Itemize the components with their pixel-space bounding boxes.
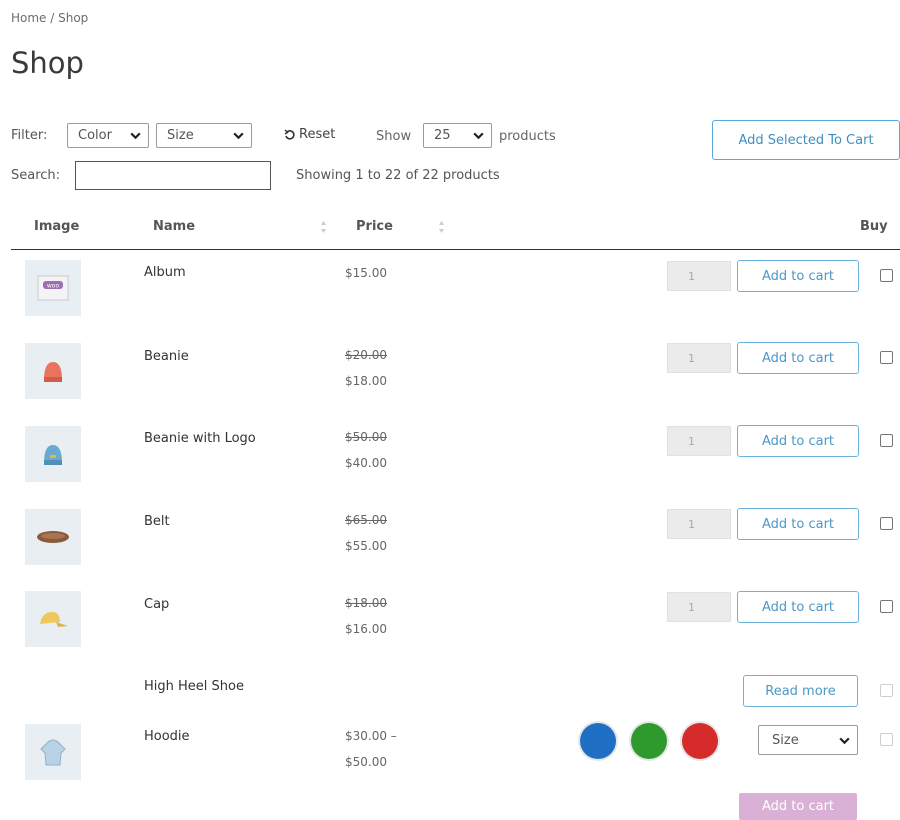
hoodie-image[interactable] [25, 724, 81, 780]
hoodie-icon [40, 739, 66, 766]
swatch-blue[interactable] [580, 723, 616, 759]
buy-checkbox [880, 733, 893, 746]
album-image[interactable]: woo [25, 260, 81, 316]
size-select[interactable]: Size [758, 725, 858, 755]
table-row: Beanie with Logo $50.00 $40.00 1 Add to … [0, 422, 900, 502]
search-input[interactable] [75, 161, 271, 190]
color-filter-select[interactable]: Color [67, 123, 149, 148]
buy-checkbox[interactable] [880, 434, 893, 447]
buy-checkbox [880, 684, 893, 697]
sale-price: $40.00 [345, 456, 387, 470]
product-price: $50.00 $40.00 [345, 424, 387, 476]
product-name[interactable]: Beanie [144, 349, 189, 364]
buy-checkbox[interactable] [880, 351, 893, 364]
chevron-down-icon [130, 132, 141, 140]
add-selected-to-cart-button[interactable]: Add Selected To Cart [712, 120, 900, 160]
sort-icon[interactable] [320, 220, 327, 234]
buy-checkbox[interactable] [880, 600, 893, 613]
table-row: Beanie $20.00 $18.00 1 Add to cart [0, 340, 900, 420]
belt-icon [37, 531, 69, 543]
regular-price: $65.00 [345, 513, 387, 527]
product-name[interactable]: Hoodie [144, 729, 190, 744]
product-price-range: $30.00 – $50.00 [345, 723, 397, 775]
column-header-price[interactable]: Price [356, 219, 393, 234]
cap-icon [40, 612, 68, 627]
beanie-icon [44, 362, 62, 382]
sale-price: $16.00 [345, 622, 387, 636]
page-title: Shop [11, 46, 84, 80]
column-header-image: Image [34, 219, 80, 234]
breadcrumb[interactable]: Home / Shop [11, 11, 88, 25]
quantity-input[interactable]: 1 [667, 509, 731, 539]
price-range-to: $50.00 [345, 755, 387, 769]
size-filter-select[interactable]: Size [156, 123, 252, 148]
cap-image[interactable] [25, 591, 81, 647]
table-row: High Heel Shoe Read more [0, 672, 900, 712]
add-to-cart-button[interactable]: Add to cart [737, 260, 859, 292]
reset-label: Reset [299, 127, 336, 142]
product-name[interactable]: Album [144, 265, 186, 280]
per-page-select[interactable]: 25 [423, 123, 492, 148]
product-name[interactable]: Belt [144, 514, 170, 529]
filter-label: Filter: [11, 128, 48, 143]
price-range-from: $30.00 – [345, 729, 397, 743]
beanie-logo-icon [44, 445, 62, 465]
add-to-cart-button-disabled: Add to cart [739, 793, 857, 820]
sale-price: $55.00 [345, 539, 387, 553]
chevron-down-icon [839, 737, 850, 745]
read-more-button[interactable]: Read more [743, 675, 858, 707]
album-icon: woo [37, 275, 69, 301]
swatch-red[interactable] [682, 723, 718, 759]
sort-icon[interactable] [438, 220, 445, 234]
reset-button[interactable]: Reset [284, 127, 335, 142]
product-name[interactable]: Beanie with Logo [144, 431, 256, 446]
product-name[interactable]: Cap [144, 597, 169, 612]
table-row: Belt $65.00 $55.00 1 Add to cart [0, 505, 900, 585]
sale-price: $18.00 [345, 374, 387, 388]
product-price: $20.00 $18.00 [345, 342, 387, 394]
regular-price: $18.00 [345, 596, 387, 610]
size-select-value: Size [772, 732, 799, 748]
svg-text:woo: woo [47, 283, 60, 290]
column-header-name[interactable]: Name [153, 219, 195, 234]
product-name[interactable]: High Heel Shoe [144, 679, 244, 694]
products-label: products [499, 129, 556, 144]
size-filter-value: Size [167, 128, 194, 143]
quantity-input[interactable]: 1 [667, 426, 731, 456]
color-filter-value: Color [78, 128, 112, 143]
add-to-cart-button[interactable]: Add to cart [737, 425, 859, 457]
quantity-input[interactable]: 1 [667, 592, 731, 622]
reset-icon [284, 129, 295, 140]
search-label: Search: [11, 168, 61, 183]
showing-count: Showing 1 to 22 of 22 products [296, 168, 500, 183]
add-to-cart-button[interactable]: Add to cart [737, 342, 859, 374]
buy-checkbox[interactable] [880, 517, 893, 530]
product-price: $15.00 [345, 266, 387, 280]
show-label: Show [376, 129, 412, 144]
table-row: woo Album $15.00 1 Add to cart [0, 258, 900, 338]
column-header-buy: Buy [860, 219, 888, 234]
regular-price: $50.00 [345, 430, 387, 444]
product-price: $18.00 $16.00 [345, 590, 387, 642]
header-divider [11, 249, 900, 250]
belt-image[interactable] [25, 509, 81, 565]
chevron-down-icon [233, 132, 244, 140]
add-to-cart-button[interactable]: Add to cart [737, 591, 859, 623]
regular-price: $20.00 [345, 348, 387, 362]
beanie-logo-image[interactable] [25, 426, 81, 482]
beanie-image[interactable] [25, 343, 81, 399]
swatch-green[interactable] [631, 723, 667, 759]
add-to-cart-button[interactable]: Add to cart [737, 508, 859, 540]
per-page-value: 25 [434, 128, 451, 143]
chevron-down-icon [473, 132, 484, 140]
product-price: $65.00 $55.00 [345, 507, 387, 559]
quantity-input[interactable]: 1 [667, 343, 731, 373]
table-row: Cap $18.00 $16.00 1 Add to cart [0, 588, 900, 668]
quantity-input[interactable]: 1 [667, 261, 731, 291]
buy-checkbox[interactable] [880, 269, 893, 282]
